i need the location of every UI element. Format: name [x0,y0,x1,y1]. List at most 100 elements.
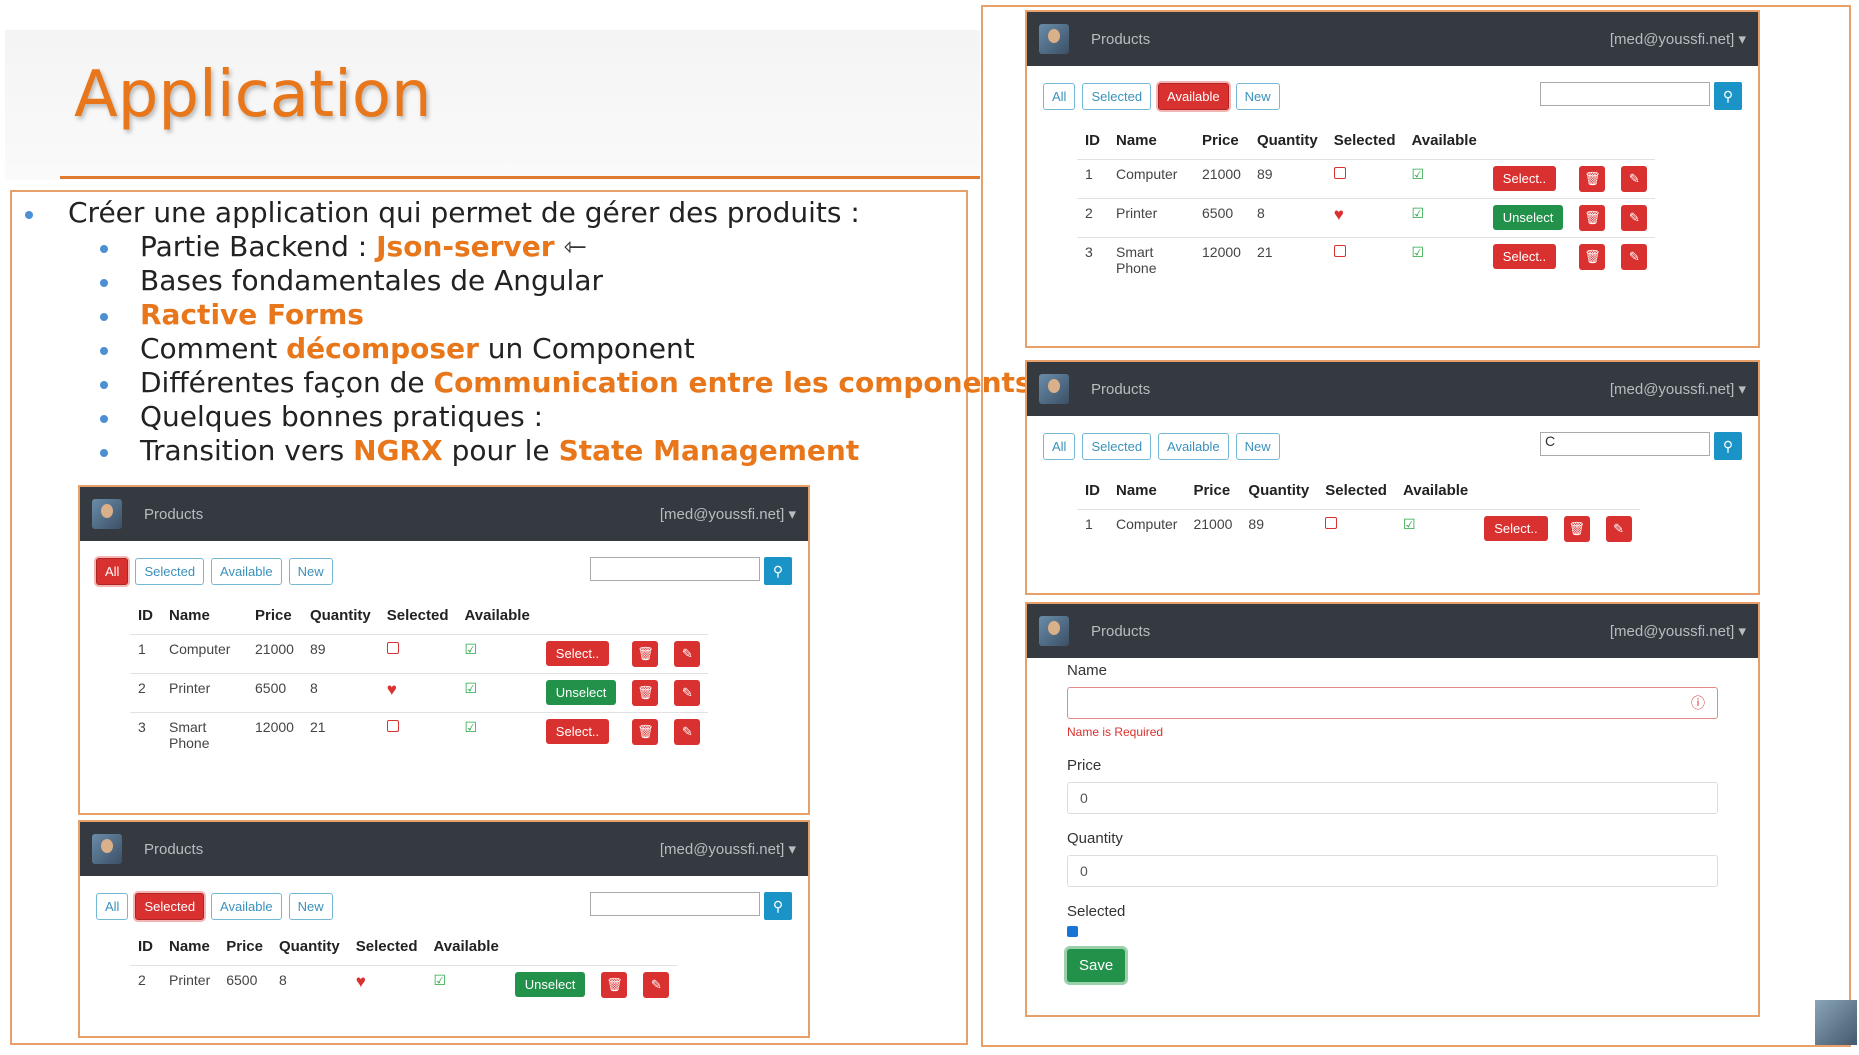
price-field[interactable]: 0 [1067,782,1718,814]
delete-icon[interactable]: 🗑 [1579,244,1606,270]
edit-icon[interactable]: ✎ [674,680,701,706]
filter-new-button[interactable]: New [288,557,333,585]
error-icon: ⓘ [1691,695,1705,711]
user-menu[interactable]: [med@youssfi.net] [1610,31,1734,48]
edit-icon[interactable]: ✎ [1621,166,1648,192]
filter-available-button[interactable]: Available [1158,432,1229,460]
filter-selected-button[interactable]: Selected [135,557,205,585]
filter-all-button[interactable]: All [1043,432,1076,460]
bullet-item: Comment décomposer un Component [25,332,1032,366]
table-row: 1 Computer 21000 89 ☑ Select.. 🗑 ✎ [1077,159,1656,199]
user-menu[interactable]: [med@youssfi.net] [1610,381,1734,398]
bullet-item: Ractive Forms [25,298,1032,332]
delete-icon[interactable]: 🗑 [1579,166,1606,192]
slide-title: Application [74,58,432,132]
selected-label: Selected [1067,903,1126,920]
search-input[interactable] [1540,82,1710,106]
name-error: Name is Required [1067,725,1164,739]
select-button[interactable]: Select.. [1484,516,1548,541]
nav-title: Products [1091,380,1151,398]
quantity-field[interactable]: 0 [1067,855,1718,887]
save-button[interactable]: Save [1067,949,1126,982]
unselect-button[interactable]: Unselect [514,972,586,997]
filter-all-button[interactable]: All [96,557,129,585]
edit-icon[interactable]: ✎ [1621,244,1648,270]
filter-selected-button[interactable]: Selected [1082,82,1152,110]
bullet-item: Bases fondamentales de Angular [25,264,1032,298]
filter-available-button[interactable]: Available [211,892,282,920]
unselect-button[interactable]: Unselect [545,680,617,705]
search-button[interactable]: ⚲ [1714,432,1742,460]
chevron-down-icon[interactable]: ▾ [1738,622,1746,640]
search-button[interactable]: ⚲ [1714,82,1742,110]
user-menu[interactable]: [med@youssfi.net] [660,841,784,858]
search-icon: ⚲ [772,562,784,579]
filter-new-button[interactable]: New [1235,82,1280,110]
col-available: Available [464,607,530,624]
edit-icon[interactable]: ✎ [1621,205,1648,231]
product-form: Name ⓘ Name is Required Price 0 Quantity… [1027,662,1758,982]
table-row: 1 Computer 21000 89 ☑ Select.. 🗑 ✎ [130,634,709,674]
check-icon: ☑ [464,719,478,735]
check-icon: ☑ [464,641,478,657]
select-button[interactable]: Select.. [545,719,610,744]
filter-bar: All Selected Available New ⚲ [80,541,808,585]
user-menu[interactable]: [med@youssfi.net] [660,506,784,523]
edit-icon[interactable]: ✎ [674,719,701,745]
products-panel-selected: Products [med@youssfi.net] ▾ All Selecte… [78,820,810,1038]
check-icon: ☑ [433,972,447,988]
delete-icon[interactable]: 🗑 [1579,205,1606,231]
table-row: 3 Smart Phone 12000 21 ☑ Select.. 🗑 ✎ [1077,237,1656,282]
delete-icon[interactable]: 🗑 [632,719,659,745]
search-button[interactable]: ⚲ [764,557,792,585]
delete-icon[interactable]: 🗑 [601,972,628,998]
unselect-button[interactable]: Unselect [1492,205,1564,230]
chevron-down-icon[interactable]: ▾ [1738,30,1746,48]
delete-icon[interactable]: 🗑 [1563,516,1590,542]
filter-all-button[interactable]: All [96,892,129,920]
select-button[interactable]: Select.. [1492,244,1557,269]
filter-available-button[interactable]: Available [211,557,282,585]
bullet-item: Différentes façon de Communication entre… [25,366,1032,400]
chevron-down-icon[interactable]: ▾ [788,505,796,523]
chevron-down-icon[interactable]: ▾ [788,840,796,858]
title-underline [60,176,980,179]
select-button[interactable]: Select.. [545,641,610,666]
filter-available-button[interactable]: Available [1158,82,1229,110]
unselected-icon [386,720,399,732]
check-icon: ☑ [1402,516,1416,532]
navbar: Products [med@youssfi.net] ▾ [1027,604,1758,658]
product-form-panel: Products [med@youssfi.net] ▾ Name ⓘ Name… [1025,602,1760,1017]
unselected-icon [1325,517,1338,529]
search-input[interactable] [590,557,760,581]
table-row: 2 Printer 6500 8 ♥ ☑ Unselect 🗑 ✎ [130,673,709,713]
select-button[interactable]: Select.. [1492,166,1557,191]
search-icon: ⚲ [1722,437,1734,454]
unselected-icon [386,642,399,654]
search-input[interactable] [590,892,760,916]
delete-icon[interactable]: 🗑 [632,680,659,706]
filter-selected-button[interactable]: Selected [1082,432,1152,460]
nav-title: Products [1091,30,1151,48]
edit-icon[interactable]: ✎ [643,972,670,998]
name-field[interactable]: ⓘ [1067,687,1718,719]
filter-selected-button[interactable]: Selected [135,892,205,920]
delete-icon[interactable]: 🗑 [632,641,659,667]
filter-all-button[interactable]: All [1043,82,1076,110]
user-menu[interactable]: [med@youssfi.net] [1610,623,1734,640]
selected-checkbox[interactable] [1067,926,1078,937]
filter-new-button[interactable]: New [288,892,333,920]
navbar: Products [med@youssfi.net] ▾ [80,822,808,876]
avatar [1039,616,1069,646]
table-row: 1 Computer 21000 89 ☑ Select.. 🗑 ✎ [1077,509,1640,548]
edit-icon[interactable]: ✎ [1605,516,1632,542]
search-input[interactable]: C [1540,432,1710,456]
col-name: Name [169,607,210,624]
table-row: 2 Printer 6500 8 ♥ ☑ Unselect 🗑 ✎ [1077,198,1656,238]
edit-icon[interactable]: ✎ [674,641,701,667]
filter-new-button[interactable]: New [1235,432,1280,460]
table-row: 2 Printer 6500 8 ♥ ☑ Unselect 🗑 ✎ [130,965,678,1004]
search-button[interactable]: ⚲ [764,892,792,920]
chevron-down-icon[interactable]: ▾ [1738,380,1746,398]
products-panel-all: Products [med@youssfi.net] ▾ All Selecte… [78,485,810,815]
